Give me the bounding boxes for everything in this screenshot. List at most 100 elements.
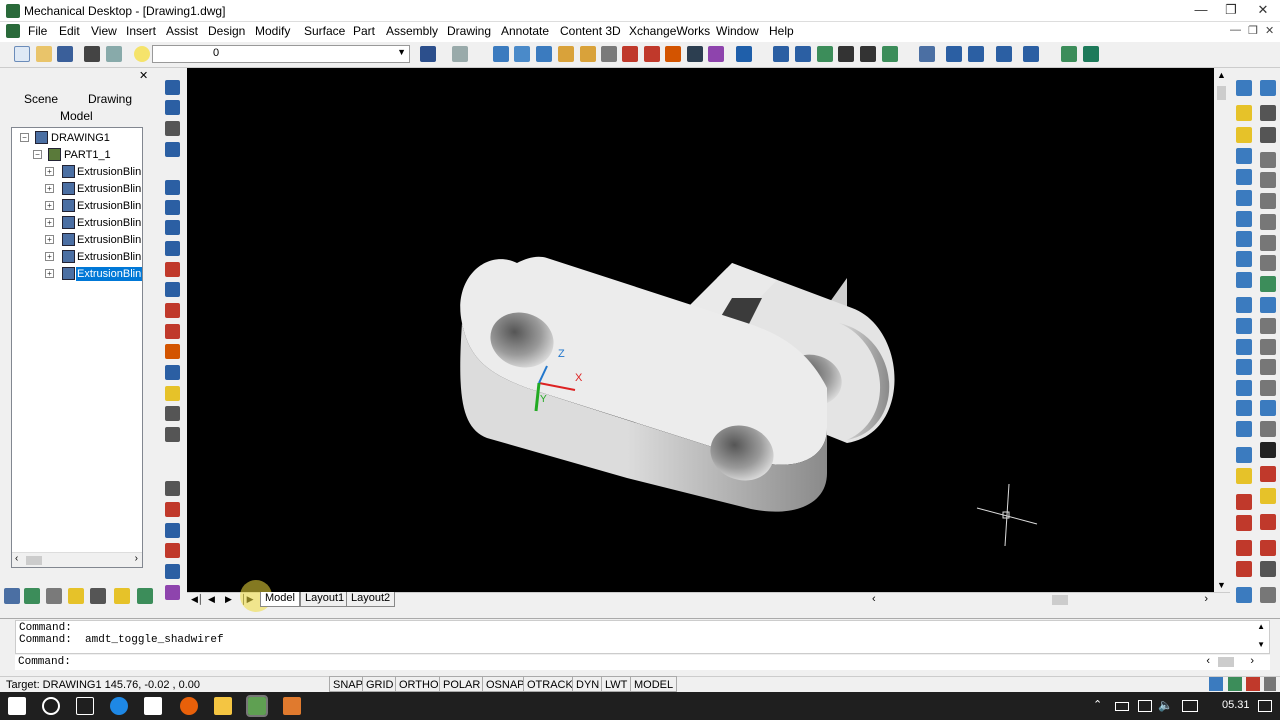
scroll-thumb[interactable]: [1052, 595, 1068, 605]
orbit-icon[interactable]: [817, 46, 833, 62]
hole-tool-icon[interactable]: [165, 262, 180, 277]
lightbulb-icon[interactable]: [134, 46, 150, 62]
collapse-icon[interactable]: −: [33, 150, 42, 159]
expand-icon[interactable]: +: [45, 252, 54, 261]
status-tray-icon[interactable]: [1228, 677, 1242, 691]
warning-icon[interactable]: [1236, 105, 1252, 121]
tool-palette-icon[interactable]: [1023, 46, 1039, 62]
dim-tool-1-icon[interactable]: [1260, 466, 1276, 482]
browser-tool-7-icon[interactable]: [137, 588, 153, 604]
toggle-polar[interactable]: POLAR: [439, 676, 485, 692]
menu-modify[interactable]: Modify: [255, 24, 290, 38]
surface-icon[interactable]: [165, 585, 180, 600]
browser-tool-5-icon[interactable]: [90, 588, 106, 604]
app-icon[interactable]: [6, 4, 20, 18]
new-icon[interactable]: [14, 46, 30, 62]
part-tool-8-icon[interactable]: [644, 46, 660, 62]
offset-icon[interactable]: [1236, 339, 1252, 355]
trim-icon[interactable]: [1236, 380, 1252, 396]
browser-tool-4-icon[interactable]: [68, 588, 84, 604]
annotate-2-icon[interactable]: [1236, 515, 1252, 531]
tab-layout1[interactable]: Layout1: [300, 592, 350, 607]
apparent-icon[interactable]: [1260, 380, 1276, 396]
next-tab-icon[interactable]: ▶: [225, 594, 232, 605]
snap-tool-icon[interactable]: [1260, 80, 1276, 96]
dimension-tool-icon[interactable]: [165, 142, 180, 157]
menu-view[interactable]: View: [91, 24, 117, 38]
battery-icon[interactable]: [1115, 702, 1129, 711]
update-icon[interactable]: [165, 502, 180, 517]
expand-icon[interactable]: +: [45, 235, 54, 244]
menu-drawing[interactable]: Drawing: [447, 24, 491, 38]
toggle-osnap[interactable]: OSNAP: [482, 676, 529, 692]
perpendicular-icon[interactable]: [1260, 235, 1276, 251]
explode-icon[interactable]: [1260, 214, 1276, 230]
tree-feature[interactable]: ExtrusionBlin: [77, 251, 141, 263]
tab-model-layout[interactable]: Model: [260, 592, 300, 607]
spline-icon[interactable]: [1236, 211, 1252, 227]
block-icon[interactable]: [1260, 193, 1276, 209]
notifications-icon[interactable]: [1258, 700, 1272, 712]
minimize-icon[interactable]: —: [1186, 0, 1216, 22]
first-tab-icon[interactable]: ◀│: [191, 594, 204, 605]
work-point-icon[interactable]: [165, 406, 180, 421]
catalog-icon[interactable]: [165, 427, 180, 442]
part-tool-9-icon[interactable]: [665, 46, 681, 62]
view-cube-icon[interactable]: [838, 46, 854, 62]
edit-text-icon[interactable]: [1260, 127, 1276, 143]
close-icon[interactable]: ✕: [139, 69, 148, 82]
tree-scrollbar[interactable]: ‹ ›: [12, 552, 142, 567]
mass-props-icon[interactable]: [165, 543, 180, 558]
polygon-icon[interactable]: [1236, 251, 1252, 267]
search-icon[interactable]: [42, 697, 60, 715]
part-tool-1-icon[interactable]: [493, 46, 509, 62]
layer-dropdown[interactable]: 0 ▼: [152, 45, 410, 63]
annotate-1-icon[interactable]: [1236, 494, 1252, 510]
expand-icon[interactable]: +: [45, 167, 54, 176]
tree-feature[interactable]: ExtrusionBlin: [77, 183, 141, 195]
chevron-up-icon[interactable]: ⌃: [1093, 698, 1102, 711]
open-icon[interactable]: [36, 46, 52, 62]
intersection-icon[interactable]: [1260, 359, 1276, 375]
tree-part1-1[interactable]: PART1_1: [64, 149, 111, 161]
drawing-viewport[interactable]: X Z Y: [187, 68, 1214, 592]
rotate-icon[interactable]: [1260, 152, 1276, 168]
scroll-right-icon[interactable]: ›: [1204, 593, 1208, 605]
menu-annotate[interactable]: Annotate: [501, 24, 549, 38]
mdi-restore-icon[interactable]: ❐: [1248, 24, 1258, 37]
restore-icon[interactable]: ❐: [1216, 0, 1246, 22]
menu-xchangeworks[interactable]: XchangeWorks: [629, 24, 710, 38]
annotate-3-icon[interactable]: [1236, 540, 1252, 556]
sweep-tool-icon[interactable]: [165, 220, 180, 235]
design-center-icon[interactable]: [996, 46, 1012, 62]
menu-assist[interactable]: Assist: [166, 24, 198, 38]
revolve-tool-icon[interactable]: [165, 200, 180, 215]
menu-design[interactable]: Design: [208, 24, 245, 38]
tab-layout2[interactable]: Layout2: [346, 592, 396, 607]
pattern-tool-icon[interactable]: [165, 344, 180, 359]
text-tool-icon[interactable]: [1260, 105, 1276, 121]
toggle-ortho[interactable]: ORTHO: [395, 676, 443, 692]
menu-window[interactable]: Window: [716, 24, 759, 38]
browser-tool-3-icon[interactable]: [46, 588, 62, 604]
edge-browser-icon[interactable]: [110, 697, 128, 715]
taskbar-clock[interactable]: 05.31: [1222, 699, 1250, 711]
insertion-icon[interactable]: [1260, 297, 1276, 313]
line-icon[interactable]: [1236, 169, 1252, 185]
windows-start-icon[interactable]: [8, 697, 26, 715]
nearest-icon[interactable]: [1260, 318, 1276, 334]
profile-tool-icon[interactable]: [165, 100, 180, 115]
scroll-right-icon[interactable]: ›: [135, 553, 138, 564]
browser-tool-2-icon[interactable]: [24, 588, 40, 604]
expand-icon[interactable]: +: [45, 201, 54, 210]
tab-drawing[interactable]: Drawing: [88, 92, 132, 106]
tree-feature[interactable]: ExtrusionBlin: [77, 217, 141, 229]
tab-model[interactable]: Model: [60, 109, 93, 123]
match-icon[interactable]: [946, 46, 962, 62]
scroll-left-icon[interactable]: ‹: [15, 553, 18, 564]
dim-tool-2-icon[interactable]: [1260, 488, 1276, 504]
work-axis-icon[interactable]: [165, 386, 180, 401]
menu-insert[interactable]: Insert: [126, 24, 156, 38]
loft-tool-icon[interactable]: [165, 241, 180, 256]
region-icon[interactable]: [1260, 400, 1276, 416]
